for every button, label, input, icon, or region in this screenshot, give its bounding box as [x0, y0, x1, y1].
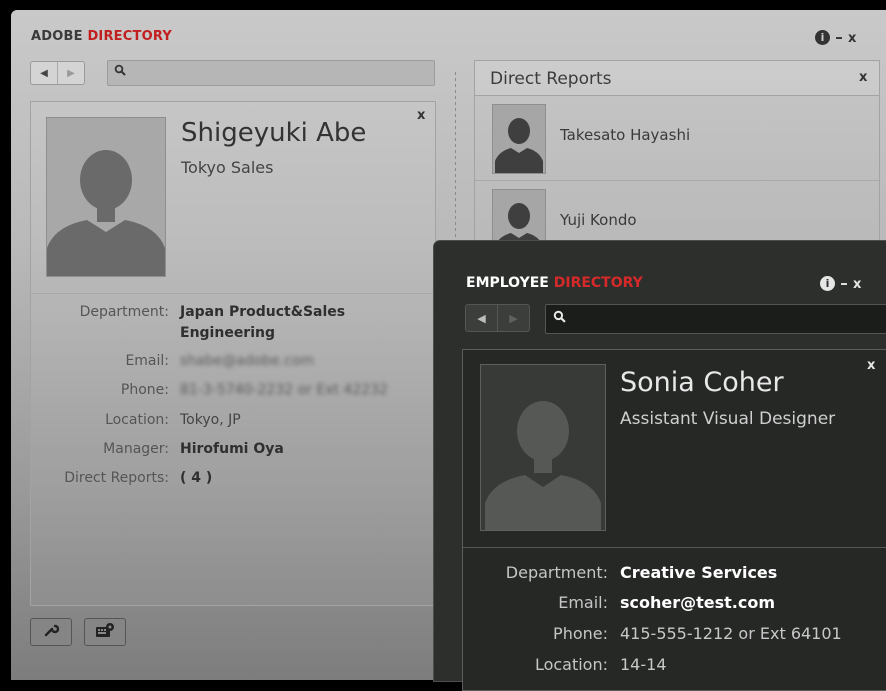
search-input[interactable]	[545, 304, 886, 334]
brand-prefix: EMPLOYEE	[466, 275, 549, 291]
detail-label: Department:	[79, 304, 169, 320]
detail-value-email[interactable]: scoher@test.com	[620, 591, 775, 615]
close-window-button[interactable]: x	[853, 277, 861, 292]
bottom-toolbar	[30, 618, 126, 646]
forward-button[interactable]: ▶	[57, 62, 84, 84]
close-card-button[interactable]: x	[867, 358, 875, 373]
detail-value-line2: Engineering	[180, 325, 275, 341]
profile-name: Shigeyuki Abe	[181, 118, 367, 148]
detail-value-phone: 415-555-1212 or Ext 64101	[620, 624, 842, 643]
direct-reports-header: Direct Reports x	[475, 61, 879, 96]
detail-value: Japan Product&Sales	[180, 304, 346, 320]
keyboard-settings-button[interactable]	[84, 618, 126, 646]
app-brand: EMPLOYEE DIRECTORY	[466, 275, 643, 291]
wrench-button[interactable]	[30, 618, 72, 646]
brand-highlight: DIRECTORY	[87, 29, 172, 44]
detail-label: Location:	[534, 655, 608, 674]
detail-label: Email:	[558, 593, 608, 612]
wrench-icon	[43, 622, 60, 642]
profile-card: x Shigeyuki Abe Tokyo Sales Department: …	[30, 101, 436, 606]
window-controls: i – x	[815, 28, 856, 46]
report-avatar	[492, 104, 546, 174]
search-icon	[553, 310, 566, 327]
minimize-button[interactable]: –	[835, 28, 843, 46]
profile-role: Assistant Visual Designer	[620, 409, 836, 429]
detail-value-direct-reports[interactable]: ( 4 )	[180, 468, 212, 489]
detail-value-manager[interactable]: Hirofumi Oya	[180, 439, 284, 460]
profile-photo	[46, 117, 166, 277]
brand-highlight: DIRECTORY	[553, 275, 643, 291]
detail-value-email[interactable]: shabe@adobe.com	[180, 351, 314, 372]
detail-label: Location:	[105, 412, 169, 428]
forward-button[interactable]: ▶	[497, 305, 529, 331]
detail-value: Tokyo, JP	[180, 412, 241, 428]
detail-value: 14-14	[620, 655, 667, 674]
profile-name: Sonia Coher	[620, 367, 784, 398]
card-divider	[463, 547, 886, 548]
detail-label: Phone:	[553, 624, 608, 643]
employee-directory-window: EMPLOYEE DIRECTORY i – x ◀ ▶ x Sonia Coh…	[433, 240, 886, 691]
detail-label: Direct Reports:	[64, 470, 169, 486]
close-card-button[interactable]: x	[417, 108, 425, 123]
history-nav: ◀ ▶	[465, 304, 530, 332]
close-window-button[interactable]: x	[848, 31, 856, 46]
detail-label: Department:	[505, 563, 608, 582]
profile-role: Tokyo Sales	[181, 158, 274, 177]
report-name: Yuji Kondo	[560, 211, 637, 229]
app-brand: ADOBE DIRECTORY	[31, 29, 172, 44]
window-controls: i – x	[820, 274, 861, 292]
info-icon[interactable]: i	[820, 276, 835, 291]
profile-card: x Sonia Coher Assistant Visual Designer …	[462, 349, 886, 691]
detail-label: Phone:	[120, 382, 169, 398]
card-divider	[31, 293, 435, 294]
back-button[interactable]: ◀	[466, 305, 497, 331]
close-reports-button[interactable]: x	[859, 70, 867, 85]
profile-photo	[480, 364, 606, 531]
detail-label: Manager:	[103, 441, 169, 457]
search-input[interactable]	[107, 60, 435, 86]
search-icon	[114, 64, 126, 80]
history-nav: ◀ ▶	[30, 61, 85, 85]
back-button[interactable]: ◀	[31, 62, 57, 84]
report-name: Takesato Hayashi	[560, 126, 691, 144]
detail-value-phone: 81-3-5740-2232 or Ext 42232	[180, 382, 388, 398]
direct-report-item[interactable]: Takesato Hayashi	[475, 96, 879, 181]
detail-value: Creative Services	[620, 563, 778, 582]
minimize-button[interactable]: –	[840, 274, 848, 292]
direct-reports-title: Direct Reports	[490, 69, 612, 89]
brand-prefix: ADOBE	[31, 29, 83, 44]
info-icon[interactable]: i	[815, 30, 830, 45]
detail-label: Email:	[125, 353, 169, 369]
keyboard-settings-icon	[95, 622, 115, 642]
